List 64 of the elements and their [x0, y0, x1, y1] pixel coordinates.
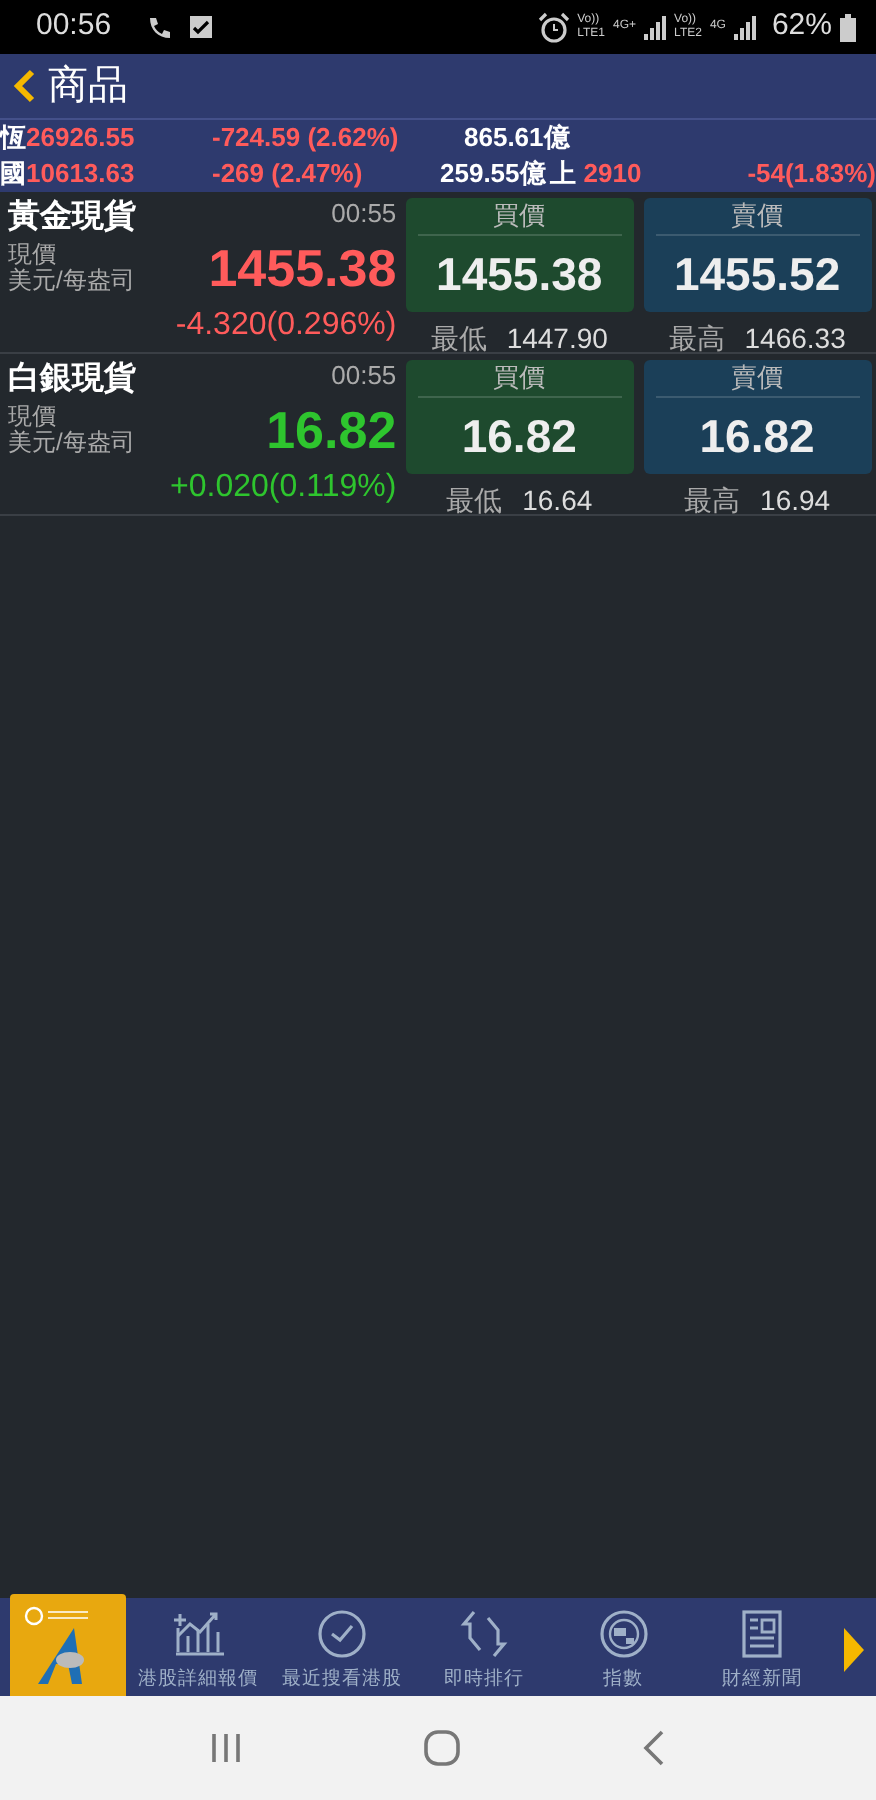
low-label: 最低 [446, 484, 503, 516]
advance-change: -54(1.83%) [747, 156, 876, 193]
advance-label: 上 [549, 156, 576, 193]
unit-label: 美元/每盎司 [8, 268, 135, 294]
high-value: 16.94 [760, 484, 831, 516]
ask-price-button[interactable]: 賣價 1455.52 [643, 198, 872, 312]
battery-icon [840, 13, 856, 41]
bid-price: 16.82 [459, 408, 579, 466]
ask-label: 賣價 [655, 360, 860, 398]
index-value: 26926.55 [26, 120, 137, 157]
nav-tab[interactable]: 即時排行 [414, 1606, 554, 1696]
price-change: -4.320(0.296%) [175, 306, 397, 346]
last-price: 1455.38 [208, 238, 397, 298]
commodity-name: 黃金現貨 [8, 198, 136, 238]
bid-price-button[interactable]: 買價 1455.38 [405, 198, 634, 312]
nav-tab[interactable]: 指數 [553, 1606, 693, 1696]
bid-label: 買價 [417, 198, 622, 236]
back-icon [12, 67, 36, 104]
ask-price: 1455.52 [671, 246, 843, 304]
index-change: -269 (2.47%) [210, 156, 365, 193]
high-label: 最高 [668, 322, 725, 354]
signal-icon [644, 15, 667, 39]
index-change: -724.59 (2.62%) [210, 120, 401, 157]
price-label: 現價 [8, 404, 58, 430]
recent-apps-icon [210, 1731, 243, 1764]
bid-price: 1455.38 [434, 246, 605, 304]
quote-time: 00:55 [331, 360, 397, 392]
low-value: 16.64 [522, 484, 593, 516]
price-label: 現價 [8, 242, 58, 268]
globe-icon [597, 1608, 649, 1660]
battery-percent: 62% [771, 6, 832, 47]
arrows-icon [457, 1608, 510, 1660]
checkbox-icon [187, 14, 214, 40]
chart-icon [172, 1608, 224, 1660]
index-turnover: 259.55億 [440, 156, 546, 193]
bid-price-button[interactable]: 買價 16.82 [405, 360, 634, 474]
ask-price-button[interactable]: 賣價 16.82 [643, 360, 872, 474]
next-icon [844, 1628, 865, 1672]
status-time: 00:56 [36, 6, 112, 47]
advance-count: 2910 [583, 156, 642, 193]
app-logo-button[interactable] [10, 1594, 126, 1696]
bid-label: 買價 [417, 360, 622, 398]
nav-tab[interactable]: 財經新聞 [692, 1606, 833, 1696]
index-turnover: 865.61億 [464, 120, 570, 157]
quote-time: 00:55 [331, 198, 397, 230]
home-icon [423, 1729, 460, 1766]
price-change: +0.020(0.119%) [170, 468, 397, 508]
ask-label: 賣價 [655, 198, 860, 236]
last-price: 16.82 [266, 400, 397, 460]
alarm-icon [537, 11, 570, 43]
commodity-name: 白銀現貨 [8, 360, 136, 400]
index-value: 10613.63 [26, 156, 137, 193]
high-value: 1466.33 [744, 322, 846, 354]
low-label: 最低 [430, 322, 487, 354]
high-label: 最高 [684, 484, 741, 516]
back-icon [641, 1729, 666, 1766]
nav-tab[interactable]: 最近搜看港股 [270, 1606, 414, 1696]
low-value: 1447.90 [506, 322, 608, 354]
index-symbol: 國 [0, 156, 26, 193]
unit-label: 美元/每盎司 [8, 430, 135, 456]
signal-icon [733, 15, 756, 39]
page-title: 商品 [48, 62, 128, 112]
ask-price: 16.82 [697, 408, 817, 466]
nav-tab[interactable]: 港股詳細報價 [126, 1606, 270, 1696]
